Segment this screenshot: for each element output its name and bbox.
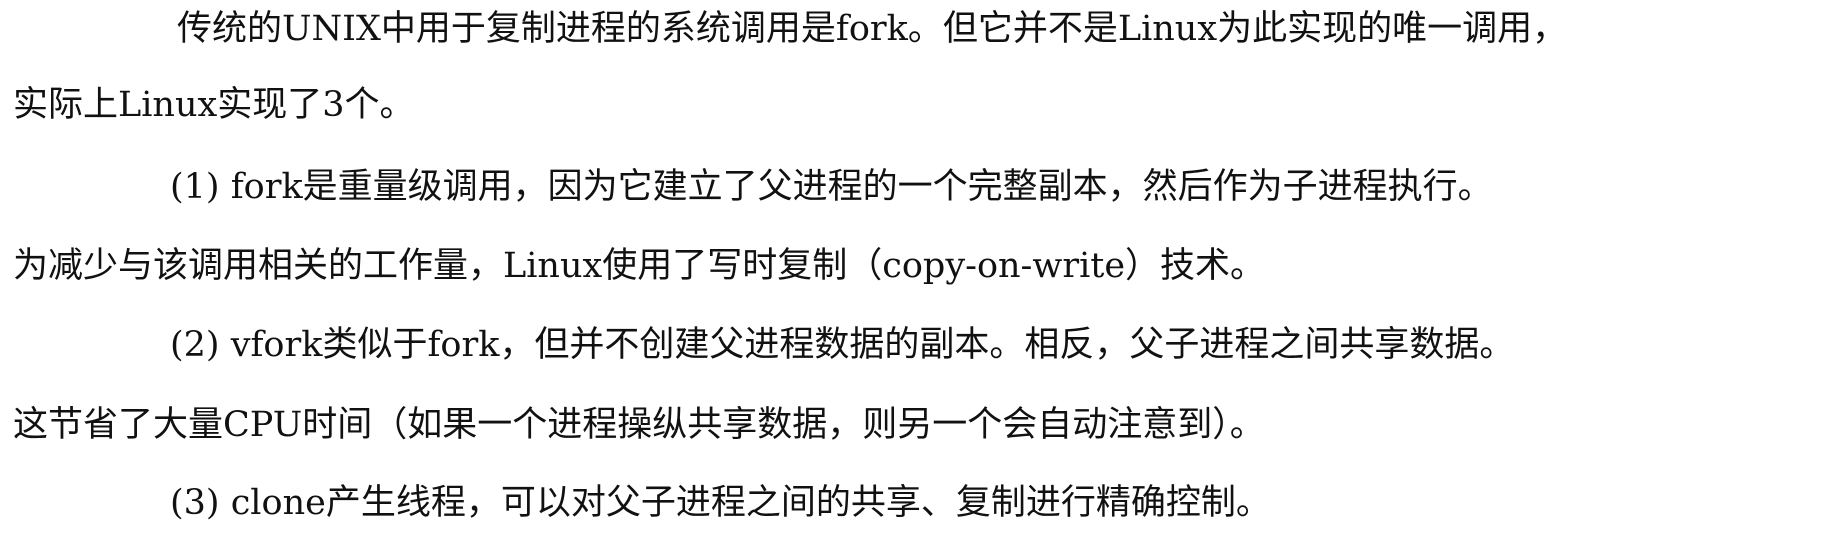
paragraph-2-line-1: (1) fork是重量级调用，因为它建立了父进程的一个完整副本，然后作为子进程执… — [170, 167, 1493, 207]
paragraph-3-line-2: 这节省了大量CPU时间（如果一个进程操纵共享数据，则另一个会自动注意到）。 — [13, 405, 1265, 445]
paragraph-3-line-1: (2) vfork类似于fork，但并不创建父进程数据的副本。相反，父子进程之间… — [170, 325, 1515, 365]
document-page: 传统的UNIX中用于复制进程的系统调用是fork。但它并不是Linux为此实现的… — [0, 0, 1834, 528]
paragraph-4-line-1: (3) clone产生线程，可以对父子进程之间的共享、复制进行精确控制。 — [170, 483, 1271, 523]
paragraph-1-line-2: 实际上Linux实现了3个。 — [13, 85, 415, 125]
paragraph-1-line-1: 传统的UNIX中用于复制进程的系统调用是fork。但它并不是Linux为此实现的… — [177, 9, 1568, 49]
paragraph-2-line-2: 为减少与该调用相关的工作量，Linux使用了写时复制（copy-on-write… — [13, 246, 1266, 286]
